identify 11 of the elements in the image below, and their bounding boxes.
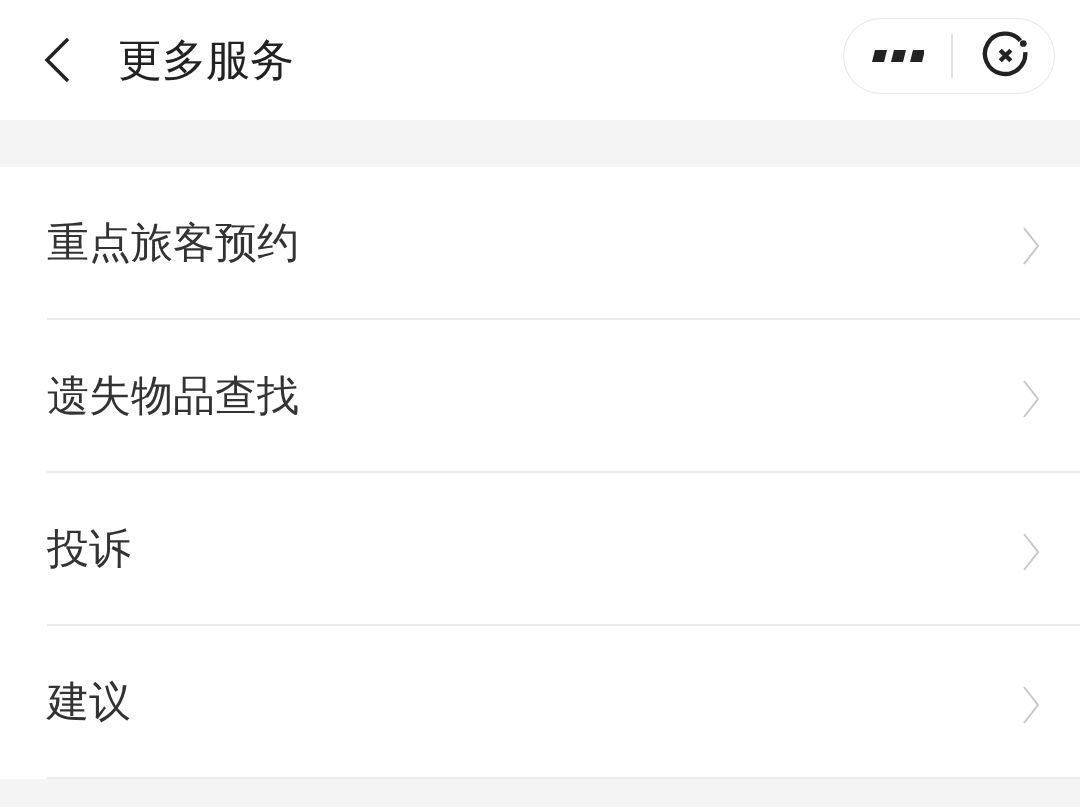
back-icon[interactable] [42,36,72,84]
list-item[interactable]: 投诉 [47,473,1080,626]
list-item[interactable]: 建议 [47,626,1080,779]
chevron-icon [1022,684,1040,725]
chevron-icon [1022,225,1040,266]
list-item[interactable]: 遗失物品查找 [47,320,1080,473]
chevron-icon [1022,378,1040,419]
list-item[interactable]: 重点旅客预约 [47,167,1080,320]
chevron-icon [1022,531,1040,572]
more-icon[interactable] [872,50,924,62]
page-title: 更多服务 [118,32,294,87]
